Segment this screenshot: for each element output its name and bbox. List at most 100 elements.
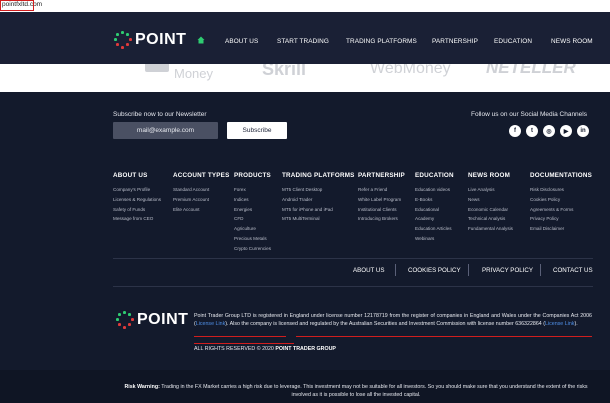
footer-link[interactable]: Safety of Funds (113, 205, 161, 215)
facebook-icon[interactable]: f (509, 125, 521, 137)
footer-link[interactable]: Academy (415, 214, 454, 224)
footer-link[interactable]: Institutional Clients (358, 205, 405, 215)
footer-link[interactable]: MT5 for iPhone and iPad (282, 205, 355, 215)
nav-start-trading[interactable]: START TRADING (277, 38, 329, 45)
footer-link[interactable]: Refer a Friend (358, 185, 405, 195)
footer-link[interactable]: Economic Calendar (468, 205, 513, 215)
footer-column-account-types: ACCOUNT TYPES Standard Account Premium A… (173, 172, 229, 214)
column-heading[interactable]: PARTNERSHIP (358, 172, 405, 179)
footer-link[interactable]: Introducing Brokers (358, 214, 405, 224)
footer-link[interactable]: Elite Account (173, 205, 229, 215)
bottom-link-contact-us[interactable]: CONTACT US (553, 267, 593, 274)
license-link-asic[interactable]: License Link (545, 321, 574, 327)
column-heading[interactable]: PRODUCTS (234, 172, 271, 179)
footer-link[interactable]: Education videos (415, 185, 454, 195)
partner-logo-money: Money (174, 66, 214, 81)
footer-link[interactable]: Fundamental Analysis (468, 224, 513, 234)
social-label: Follow us on our Social Media Channels (471, 111, 587, 118)
legal-text-3: ). (574, 321, 578, 328)
footer-link[interactable]: Educational (415, 205, 454, 215)
footer-link[interactable]: Risk Disclosures (530, 185, 592, 195)
subscribe-button[interactable]: Subscribe (227, 122, 287, 139)
partner-logo-webmoney: WebMoney (370, 64, 451, 77)
footer-link[interactable]: Standard Account (173, 185, 229, 195)
brand-logo[interactable]: POINT (114, 31, 186, 49)
column-heading[interactable]: NEWS ROOM (468, 172, 513, 179)
bottom-link-privacy-policy[interactable]: PRIVACY POLICY (482, 267, 533, 274)
annotation-underline (194, 343, 294, 344)
footer-link[interactable]: News (468, 195, 513, 205)
nav-news-room[interactable]: NEWS ROOM (551, 38, 593, 45)
footer-link[interactable]: MT5 Client Desktop (282, 185, 355, 195)
footer-link[interactable]: Email Disclaimer (530, 224, 592, 234)
column-heading[interactable]: DOCUMENTATIONS (530, 172, 592, 179)
brand-name: POINT (137, 311, 189, 328)
footer-link[interactable]: White Label Program (358, 195, 405, 205)
footer-link[interactable]: Education Articles (415, 224, 454, 234)
footer-link[interactable]: Privacy Policy (530, 214, 592, 224)
divider (113, 258, 593, 259)
footer-column-news-room: NEWS ROOM Live Analysis News Economic Ca… (468, 172, 513, 234)
footer-link[interactable]: Forex (234, 185, 271, 195)
column-heading[interactable]: ABOUT US (113, 172, 161, 179)
footer-link[interactable]: Message from CEO (113, 214, 161, 224)
risk-warning-label: Risk Warning: (124, 384, 160, 390)
legal-text-2: ). Also the company is licensed and regu… (225, 321, 545, 328)
separator (395, 264, 396, 276)
partner-logo-box (145, 64, 169, 72)
bottom-link-about-us[interactable]: ABOUT US (353, 267, 385, 274)
url-highlight (0, 0, 34, 11)
nav-trading-platforms[interactable]: TRADING PLATFORMS (346, 38, 417, 45)
footer-link[interactable]: MT5 MultiTerminal (282, 214, 355, 224)
footer-link[interactable]: Live Analysis (468, 185, 513, 195)
logo-mark-icon (114, 31, 132, 49)
payment-partners-strip: Money Skrill WebMoney NETELLER (0, 64, 610, 92)
nav-about-us[interactable]: ABOUT US (225, 38, 258, 45)
footer-link[interactable]: Android Trader (282, 195, 355, 205)
footer-column-documentations: DOCUMENTATIONS Risk Disclosures Cookies … (530, 172, 592, 234)
footer-link[interactable]: Crypto Currencies (234, 244, 271, 254)
instagram-icon[interactable]: ◎ (543, 125, 555, 137)
partner-logo-skrill: Skrill (262, 64, 307, 79)
footer-column-education: EDUCATION Education videos E-Books Educa… (415, 172, 454, 244)
footer-link[interactable]: Technical Analysis (468, 214, 513, 224)
footer-link[interactable]: E-Books (415, 195, 454, 205)
copyright-text: ALL RIGHTS RESERVED © 2020 (194, 346, 276, 352)
linkedin-icon[interactable]: in (577, 125, 589, 137)
column-heading[interactable]: TRADING PLATFORMS (282, 172, 355, 179)
logo-mark-icon (116, 311, 134, 329)
annotation-underline (296, 336, 592, 337)
license-link-uk[interactable]: License Link (196, 321, 225, 327)
newsletter-email-input[interactable] (113, 122, 218, 139)
risk-warning-text: Trading in the FX Market carries a high … (159, 384, 588, 399)
footer-link[interactable]: Agreements & Forms (530, 205, 592, 215)
youtube-icon[interactable]: ▶ (560, 125, 572, 137)
address-bar[interactable]: pointfxltd.com (0, 0, 610, 12)
column-heading[interactable]: EDUCATION (415, 172, 454, 179)
footer-column-trading-platforms: TRADING PLATFORMS MT5 Client Desktop And… (282, 172, 355, 224)
footer-link[interactable]: CFD (234, 214, 271, 224)
footer-link[interactable]: Premium Account (173, 195, 229, 205)
footer-link[interactable]: Licenses & Regulations (113, 195, 161, 205)
footer-column-about-us: ABOUT US Company's Profile Licenses & Re… (113, 172, 161, 224)
footer-link[interactable]: Precious Metals (234, 234, 271, 244)
partner-logo-neteller: NETELLER (486, 64, 576, 77)
footer-brand-logo[interactable]: POINT (116, 311, 188, 329)
footer-link[interactable]: Agriculture (234, 224, 271, 234)
footer-column-partnership: PARTNERSHIP Refer a Friend White Label P… (358, 172, 405, 224)
home-icon[interactable] (197, 36, 205, 44)
bottom-link-cookies-policy[interactable]: COOKIES POLICY (408, 267, 461, 274)
nav-education[interactable]: EDUCATION (494, 38, 532, 45)
divider (113, 286, 593, 287)
footer-link[interactable]: Indices (234, 195, 271, 205)
footer-link[interactable]: Cookies Policy (530, 195, 592, 205)
nav-partnership[interactable]: PARTNERSHIP (432, 38, 478, 45)
risk-warning: Risk Warning: Trading in the FX Market c… (116, 383, 596, 400)
footer-link[interactable]: Energies (234, 205, 271, 215)
column-heading[interactable]: ACCOUNT TYPES (173, 172, 229, 179)
brand-name: POINT (135, 31, 187, 48)
footer-link[interactable]: Company's Profile (113, 185, 161, 195)
top-navbar: POINT ABOUT US START TRADING TRADING PLA… (0, 12, 610, 64)
twitter-icon[interactable]: t (526, 125, 538, 137)
footer-link[interactable]: Webinars (415, 234, 454, 244)
